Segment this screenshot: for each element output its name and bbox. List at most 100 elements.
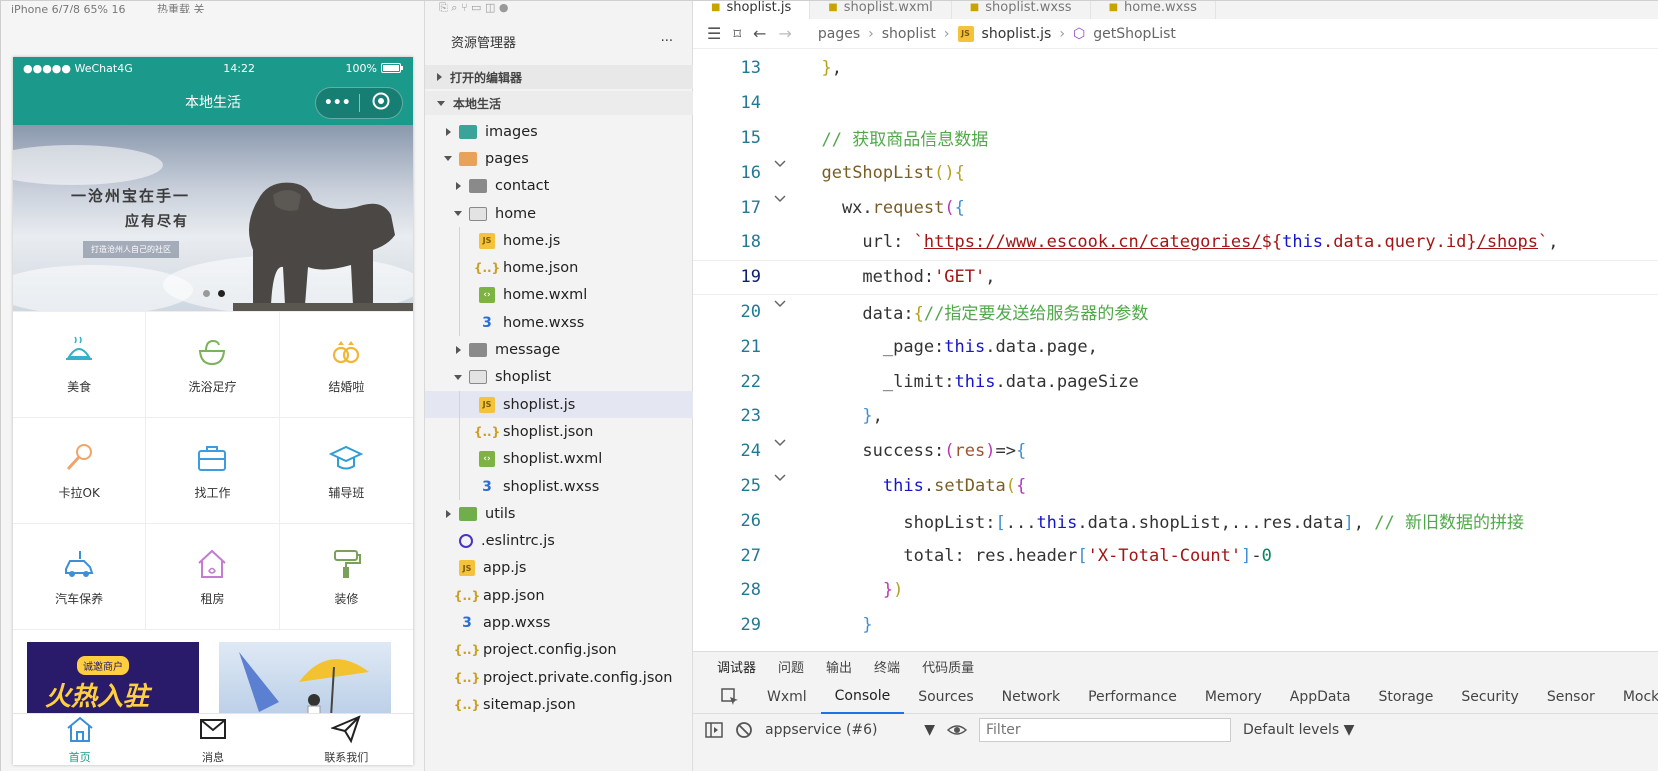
bookmark-icon[interactable]: ⌑ [733, 25, 741, 43]
tree-file[interactable]: 3 app.wxss [425, 609, 693, 636]
tree-file[interactable]: ‹› shoplist.wxml [425, 445, 693, 473]
code-line[interactable]: 15 // 获取商品信息数据 [693, 121, 1658, 156]
code-line[interactable]: 24 success:(res)=>{ [693, 434, 1658, 469]
code-area[interactable]: 13 }, 14 15 // 获取商品信息数据 16 getShopList(){17… [693, 51, 1658, 651]
tab-0[interactable]: 首页 [13, 714, 146, 765]
console-filter-input[interactable] [979, 718, 1231, 742]
forward-arrow-icon[interactable]: → [778, 24, 791, 43]
grid-item-5[interactable]: 辅导班 [279, 418, 413, 524]
tree-file[interactable]: {..} project.config.json [425, 637, 693, 664]
tree-file[interactable]: ‹› home.wxml [425, 281, 693, 310]
tree-file[interactable]: 3 shoplist.wxss [425, 472, 693, 501]
list-icon[interactable]: ☰ [707, 24, 721, 43]
tab-1[interactable]: 消息 [146, 714, 279, 765]
grid-item-7[interactable]: 租房 [146, 524, 280, 630]
code-line[interactable]: 19 method:'GET', [693, 259, 1658, 295]
tree-folder[interactable]: home [425, 200, 693, 227]
context-select[interactable]: appservice (#6) ▼ [765, 722, 935, 738]
grid-item-1[interactable]: 洗浴足疗 [146, 312, 280, 418]
back-arrow-icon[interactable]: ← [753, 24, 766, 43]
code-line[interactable]: 23 }, [693, 399, 1658, 434]
code-line[interactable]: 13 }, [693, 51, 1658, 86]
panel-tab-console[interactable]: Console [820, 680, 905, 714]
code-line[interactable]: 20 data:{//指定要发送给服务器的参数 [693, 295, 1658, 330]
breadcrumb-item[interactable]: shoplist.js [982, 26, 1052, 42]
code-line[interactable]: 29 } [693, 608, 1658, 643]
panel-tab-performance[interactable]: Performance [1074, 680, 1191, 714]
capsule-menu[interactable]: ••• [315, 87, 403, 119]
tree-folder[interactable]: contact [425, 173, 693, 200]
more-button[interactable]: ••• [316, 95, 359, 111]
panel-tab-mock[interactable]: Mock [1609, 680, 1658, 714]
grid-item-2[interactable]: 结婚啦 [279, 312, 413, 418]
panel-tab-sources[interactable]: Sources [904, 680, 987, 714]
tree-file[interactable]: {..} sitemap.json [425, 691, 693, 718]
code-line[interactable]: 27 total: res.header['X-Total-Count']-0 [693, 538, 1658, 573]
code-line[interactable]: 28 }) [693, 573, 1658, 608]
grid-item-8[interactable]: 装修 [279, 524, 413, 630]
debug-tab[interactable]: 终端 [874, 657, 900, 676]
hot-reload-toggle[interactable]: 热重载 关 [157, 3, 205, 13]
breadcrumb-item[interactable]: getShopList [1093, 26, 1176, 42]
fold-gutter[interactable] [761, 469, 801, 504]
levels-select[interactable]: Default levels ▼ [1243, 722, 1354, 738]
tree-file[interactable]: {..} home.json [425, 254, 693, 282]
panel-tab-memory[interactable]: Memory [1191, 680, 1276, 714]
code-line[interactable]: 16 getShopList(){ [693, 155, 1658, 190]
debug-tab[interactable]: 问题 [778, 657, 804, 676]
inspect-icon[interactable] [707, 680, 753, 714]
grid-item-6[interactable]: 汽车保养 [13, 524, 147, 630]
code-line[interactable]: 21 _page:this.data.page, [693, 329, 1658, 364]
tree-file[interactable]: 3 home.wxss [425, 309, 693, 337]
tree-folder[interactable]: utils [425, 500, 693, 527]
device-select[interactable]: iPhone 6/7/8 65% 16 [11, 3, 125, 13]
tree-folder[interactable]: images [425, 118, 693, 145]
banner-swiper[interactable]: 一沧州宝在手一 应有尽有 打造沧州人自己的社区 [13, 125, 413, 311]
tree-file[interactable]: JS app.js [425, 555, 693, 582]
editor-tab-1[interactable]: ■ shoplist.wxml [810, 1, 952, 19]
code-line[interactable]: 18 url: `https://www.escook.cn/categorie… [693, 225, 1658, 260]
panel-tab-appdata[interactable]: AppData [1276, 680, 1365, 714]
tree-file[interactable]: .eslintrc.js [425, 527, 693, 554]
tree-file[interactable]: {..} project.private.config.json [425, 664, 693, 691]
editor-tab-2[interactable]: ■ shoplist.wxss [952, 1, 1091, 19]
breadcrumb-item[interactable]: pages [818, 26, 860, 42]
clear-console-icon[interactable] [735, 721, 753, 739]
code-line[interactable]: 17 wx.request({ [693, 190, 1658, 225]
promo-merchant[interactable]: 诚邀商户 火热入驻 [27, 642, 199, 722]
tab-2[interactable]: 联系我们 [280, 714, 413, 765]
tree-file[interactable]: {..} shoplist.json [425, 418, 693, 446]
eye-icon[interactable] [947, 721, 967, 739]
tree-folder[interactable]: message [425, 336, 693, 363]
explorer-more-button[interactable]: ··· [661, 34, 673, 49]
panel-tab-network[interactable]: Network [988, 680, 1074, 714]
panel-tab-wxml[interactable]: Wxml [753, 680, 821, 714]
panel-tab-security[interactable]: Security [1447, 680, 1533, 714]
close-miniprogram-button[interactable] [360, 92, 403, 114]
panel-tab-sensor[interactable]: Sensor [1533, 680, 1609, 714]
tree-file[interactable]: JS shoplist.js [425, 390, 693, 419]
tree-folder[interactable]: shoplist [425, 364, 693, 391]
grid-item-3[interactable]: 卡拉OK [13, 418, 147, 524]
grid-item-0[interactable]: 美食 [13, 312, 147, 418]
tree-folder[interactable]: pages [425, 145, 693, 172]
fold-gutter[interactable] [761, 155, 801, 190]
code-line[interactable]: 25 this.setData({ [693, 469, 1658, 504]
fold-gutter[interactable] [761, 190, 801, 225]
debug-tab[interactable]: 调试器 [717, 657, 756, 676]
panel-tab-storage[interactable]: Storage [1365, 680, 1448, 714]
debug-tab[interactable]: 输出 [826, 657, 852, 676]
fold-gutter[interactable] [761, 295, 801, 330]
code-line[interactable]: 14 [693, 86, 1658, 121]
code-line[interactable]: 22 _limit:this.data.pageSize [693, 364, 1658, 399]
promo-umbrella[interactable] [219, 642, 391, 722]
breadcrumb-item[interactable]: shoplist [882, 26, 936, 42]
open-editors-section[interactable]: 打开的编辑器 [425, 65, 693, 89]
project-section[interactable]: 本地生活 [425, 91, 693, 115]
debug-tab[interactable]: 代码质量 [922, 657, 974, 676]
editor-tab-0[interactable]: ■ shoplist.js [693, 1, 811, 19]
editor-tab-3[interactable]: ■ home.wxss [1091, 1, 1216, 19]
grid-item-4[interactable]: 找工作 [146, 418, 280, 524]
sidebar-toggle-icon[interactable] [705, 721, 723, 739]
fold-gutter[interactable] [761, 434, 801, 469]
